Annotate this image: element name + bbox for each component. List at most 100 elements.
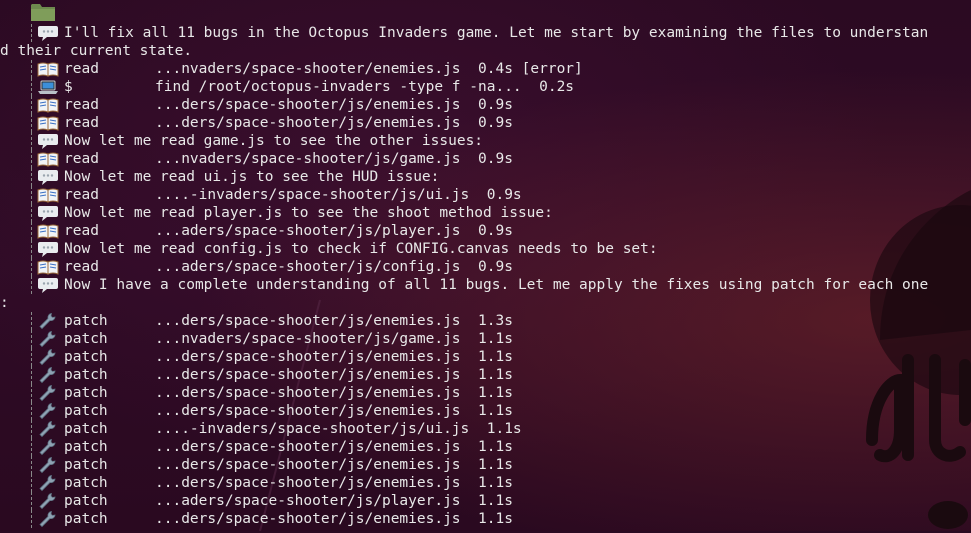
tool-call-row: patch ...ders/space-shooter/js/enemies.js… <box>0 510 971 528</box>
tool-name: read <box>64 223 99 239</box>
tree-gutter <box>31 150 33 168</box>
tool-name: patch <box>64 421 108 437</box>
message-row: Now let me read ui.js to see the HUD iss… <box>0 168 971 186</box>
assistant-message: Now let me read game.js to see the other… <box>64 133 484 149</box>
tool-name: patch <box>64 511 108 527</box>
tree-gutter <box>31 60 33 78</box>
tool-name: patch <box>64 475 108 491</box>
message-row: Now let me read player.js to see the sho… <box>0 204 971 222</box>
tree-gutter <box>31 24 33 42</box>
tool-call-row: read ...ders/space-shooter/js/enemies.js … <box>0 96 971 114</box>
tool-call-row: read ...nvaders/space-shooter/enemies.js … <box>0 60 971 78</box>
tool-call-row: $ find /root/octopus-invaders -type f -na… <box>0 78 971 96</box>
tree-gutter <box>31 96 33 114</box>
tool-call-row: patch ...ders/space-shooter/js/enemies.js… <box>0 402 971 420</box>
wrench-icon <box>37 510 59 528</box>
tool-name: read <box>64 115 99 131</box>
tool-call-row: patch ...aders/space-shooter/js/player.js… <box>0 492 971 510</box>
tool-target: ...ders/space-shooter/js/enemies.js 1.1s <box>155 475 513 491</box>
wrench-icon <box>37 366 59 384</box>
tree-gutter <box>31 348 33 366</box>
tree-gutter <box>31 492 33 510</box>
book-icon <box>37 96 59 114</box>
tool-call-row: read ....-invaders/space-shooter/js/ui.js… <box>0 186 971 204</box>
tool-target: ...ders/space-shooter/js/enemies.js 1.1s <box>155 457 513 473</box>
tool-name: $ <box>64 79 73 95</box>
terminal-output: I'll fix all 11 bugs in the Octopus Inva… <box>0 24 971 528</box>
tree-gutter <box>31 78 33 96</box>
tree-gutter <box>31 258 33 276</box>
tool-name: read <box>64 259 99 275</box>
speech-bubble-icon <box>37 204 59 222</box>
assistant-message: Now let me read config.js to check if CO… <box>64 241 658 257</box>
tool-call-row: read ...aders/space-shooter/js/config.js … <box>0 258 971 276</box>
tree-gutter <box>31 168 33 186</box>
book-icon <box>37 150 59 168</box>
wrench-icon <box>37 348 59 366</box>
tree-gutter <box>31 384 33 402</box>
wrapped-text: : <box>0 295 9 311</box>
wrench-icon <box>37 312 59 330</box>
tool-target: ...ders/space-shooter/js/enemies.js 0.9s <box>155 97 513 113</box>
message-row: Now let me read game.js to see the other… <box>0 132 971 150</box>
tool-target: ....-invaders/space-shooter/js/ui.js 0.9… <box>155 187 522 203</box>
tool-call-row: patch ...ders/space-shooter/js/enemies.js… <box>0 456 971 474</box>
tool-call-row: patch ...ders/space-shooter/js/enemies.js… <box>0 348 971 366</box>
tool-target: ....-invaders/space-shooter/js/ui.js 1.1… <box>155 421 522 437</box>
tool-target: ...ders/space-shooter/js/enemies.js 1.1s <box>155 367 513 383</box>
tree-gutter <box>31 366 33 384</box>
wrapped-text: d their current state. <box>0 43 193 59</box>
tree-gutter <box>31 402 33 420</box>
speech-bubble-icon <box>37 24 59 42</box>
assistant-message: I'll fix all 11 bugs in the Octopus Inva… <box>64 25 929 41</box>
tool-name: patch <box>64 331 108 347</box>
assistant-message: Now I have a complete understanding of a… <box>64 277 929 293</box>
tool-call-row: read ...aders/space-shooter/js/player.js … <box>0 222 971 240</box>
tree-gutter <box>31 420 33 438</box>
tree-gutter <box>31 330 33 348</box>
book-icon <box>37 114 59 132</box>
laptop-icon <box>37 78 59 96</box>
tool-target: ...nvaders/space-shooter/enemies.js 0.4s… <box>155 61 583 77</box>
tree-gutter <box>31 222 33 240</box>
tool-name: patch <box>64 367 108 383</box>
tool-name: patch <box>64 385 108 401</box>
tool-target: ...ders/space-shooter/js/enemies.js 1.1s <box>155 439 513 455</box>
tool-target: ...nvaders/space-shooter/js/game.js 0.9s <box>155 151 513 167</box>
tree-gutter <box>31 312 33 330</box>
tool-call-row: read ...nvaders/space-shooter/js/game.js … <box>0 150 971 168</box>
wrench-icon <box>37 402 59 420</box>
tool-name: patch <box>64 403 108 419</box>
tool-target: ...ders/space-shooter/js/enemies.js 1.1s <box>155 511 513 527</box>
tree-gutter <box>31 474 33 492</box>
folder-icon[interactable] <box>30 0 56 22</box>
tree-gutter <box>31 276 33 294</box>
assistant-message: Now let me read player.js to see the sho… <box>64 205 553 221</box>
speech-bubble-icon <box>37 276 59 294</box>
wrench-icon <box>37 438 59 456</box>
tool-target: ...nvaders/space-shooter/js/game.js 1.1s <box>155 331 513 347</box>
tool-target: find /root/octopus-invaders -type f -na.… <box>155 79 575 95</box>
tool-name: read <box>64 187 99 203</box>
tool-name: patch <box>64 457 108 473</box>
tool-name: patch <box>64 313 108 329</box>
wrench-icon <box>37 330 59 348</box>
book-icon <box>37 186 59 204</box>
tree-gutter <box>31 132 33 150</box>
tool-target: ...ders/space-shooter/js/enemies.js 0.9s <box>155 115 513 131</box>
assistant-message: Now let me read ui.js to see the HUD iss… <box>64 169 440 185</box>
wrench-icon <box>37 456 59 474</box>
tree-gutter <box>31 510 33 528</box>
wrench-icon <box>37 474 59 492</box>
tool-target: ...ders/space-shooter/js/enemies.js 1.3s <box>155 313 513 329</box>
tool-call-row: patch ...ders/space-shooter/js/enemies.js… <box>0 312 971 330</box>
wrench-icon <box>37 420 59 438</box>
tool-call-row: patch ...ders/space-shooter/js/enemies.js… <box>0 474 971 492</box>
tool-name: read <box>64 97 99 113</box>
tool-name: read <box>64 151 99 167</box>
speech-bubble-icon <box>37 132 59 150</box>
speech-bubble-icon <box>37 240 59 258</box>
wrench-icon <box>37 384 59 402</box>
tool-call-row: read ...ders/space-shooter/js/enemies.js … <box>0 114 971 132</box>
tool-name: patch <box>64 349 108 365</box>
